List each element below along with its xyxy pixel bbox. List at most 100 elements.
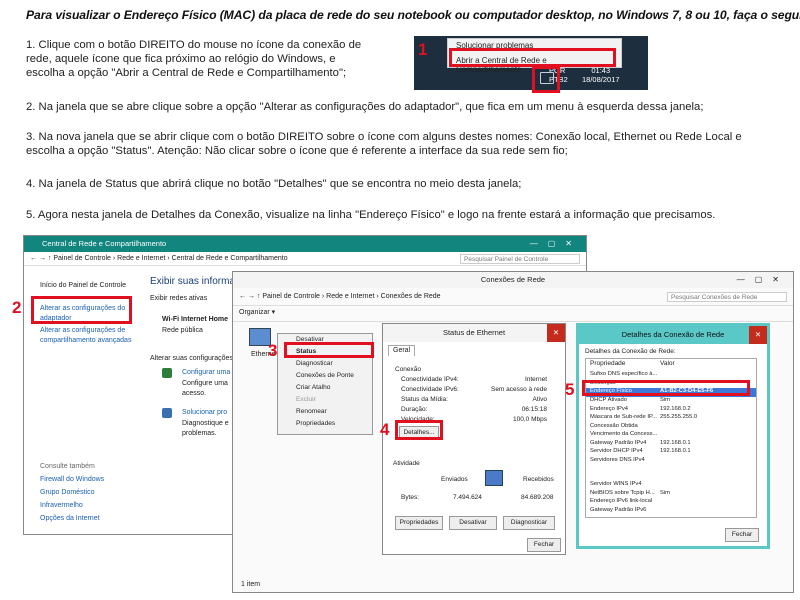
network-computers-icon — [485, 470, 503, 486]
close-icon[interactable]: ✕ — [547, 324, 565, 342]
search-input[interactable]: Pesquisar Painel de Controle — [460, 254, 580, 264]
step-2: 2. Na janela que se abre clique sobre a … — [26, 101, 704, 113]
see-also-infrared[interactable]: Infravermelho — [40, 501, 83, 511]
ctx-bridge[interactable]: Conexões de Ponte — [278, 370, 372, 382]
disable-button[interactable]: Desativar — [449, 516, 497, 530]
configure-desc: Configure uma acesso. — [182, 380, 228, 397]
highlight-status — [284, 342, 374, 358]
see-also-internet-options[interactable]: Opções da Internet — [40, 514, 100, 524]
tray-clock: 01:43 18/08/2017 — [582, 66, 620, 84]
connections-titlebar: Conexões de Rede —▢✕ — [233, 272, 793, 288]
details-row[interactable]: Concessão Obtida — [586, 423, 756, 432]
step-5: 5. Agora nesta janela de Detalhes da Con… — [26, 209, 716, 221]
details-row[interactable]: Endereço IPv4 192.168.0.2 — [586, 406, 756, 415]
sidebar-link-sharing-settings[interactable]: Alterar as configurações de compartilham… — [40, 326, 140, 346]
network-type: Rede pública — [162, 327, 203, 334]
connections-address-bar[interactable]: ← → ↑ Painel de Controle › Rede e Intern… — [233, 288, 793, 306]
sent-label: Enviados — [441, 476, 468, 483]
main-content: Exibir suas informa Exibir redes ativas … — [150, 268, 240, 534]
status-value-media: Ativo — [532, 396, 547, 403]
see-also-firewall[interactable]: Firewall do Windows — [40, 475, 104, 485]
properties-button[interactable]: Propriedades — [395, 516, 443, 530]
details-row[interactable]: Gateway Padrão IPv6 — [586, 507, 756, 516]
row-property: NetBIOS sobre Tcpip H... — [590, 489, 655, 496]
details-row[interactable]: DHCP Ativado Sim — [586, 397, 756, 406]
step-4: 4. Na janela de Status que abrirá clique… — [26, 178, 522, 190]
network-center-address-bar[interactable]: ← → ↑ Painel de Controle › Rede e Intern… — [24, 252, 586, 266]
status-label-duration: Duração: — [401, 406, 428, 413]
network-center-titlebar: Central de Rede e Compartilhamento —▢✕ — [24, 236, 586, 252]
highlight-open-center — [449, 48, 616, 67]
network-center-title: Central de Rede e Compartilhamento — [42, 239, 167, 248]
row-property: Endereço IPv6 link-local — [590, 498, 653, 504]
ctx-rename[interactable]: Renomear — [278, 406, 372, 418]
search-input[interactable]: Pesquisar Conexões de Rede — [667, 292, 787, 302]
status-label-ipv6: Conectividade IPv6: — [401, 386, 459, 393]
window-controls[interactable]: —▢✕ — [530, 236, 582, 252]
highlight-tray-icon — [532, 66, 560, 93]
row-value: Sim — [660, 397, 670, 403]
main-heading: Exibir suas informa — [150, 276, 236, 287]
row-value: 192.168.0.1 — [660, 448, 691, 454]
details-row[interactable]: Máscara de Sub-rede IP... 255.255.255.0 — [586, 414, 756, 423]
details-row[interactable]: Gateway Padrão IPv4 192.168.0.1 — [586, 440, 756, 449]
details-row[interactable]: NetBIOS sobre Tcpip H... Sim — [586, 490, 756, 499]
badge-1: 1 — [418, 40, 428, 59]
ctx-properties[interactable]: Propriedades — [278, 418, 372, 430]
toolbar: Organizar ▾ — [233, 306, 793, 322]
details-row[interactable]: Vencimento da Concess... — [586, 431, 756, 440]
status-value-ipv6: Sem acesso à rede — [490, 386, 547, 393]
nav-arrows[interactable]: ← → ↑ — [30, 255, 53, 262]
see-also-title: Consulte também — [40, 463, 95, 470]
bytes-received: 84.689.208 — [521, 494, 554, 501]
diagnose-button[interactable]: Diagnosticar — [503, 516, 555, 530]
details-row[interactable]: Sufixo DNS específico à... — [586, 371, 756, 380]
details-row[interactable]: Servidor WINS IPv4 — [586, 481, 756, 490]
details-row[interactable]: Endereço IPv6 link-local — [586, 498, 756, 507]
details-row[interactable] — [586, 465, 756, 481]
organize-button[interactable]: Organizar ▾ — [239, 309, 275, 316]
section-activity: Atividade — [393, 460, 420, 467]
row-property: Gateway Padrão IPv4 — [590, 439, 647, 446]
sidebar-home-link[interactable]: Início do Painel de Controle — [40, 281, 126, 291]
breadcrumb[interactable]: Painel de Controle › Rede e Internet › C… — [53, 255, 287, 262]
badge-3: 3 — [268, 341, 278, 360]
row-value: 255.255.255.0 — [660, 414, 698, 420]
col-header-property[interactable]: Propriedade — [590, 360, 625, 367]
status-label-ipv4: Conectividade IPv4: — [401, 376, 459, 383]
breadcrumb[interactable]: Painel de Controle › Rede e Internet › C… — [262, 293, 440, 300]
row-property: Concessão Obtida — [590, 422, 638, 429]
col-header-value[interactable]: Valor — [660, 360, 675, 367]
close-icon[interactable]: ✕ — [749, 326, 767, 344]
details-subtitle: Detalhes da Conexão de Rede: — [585, 348, 676, 355]
status-title: Status de Ethernet — [442, 328, 506, 337]
details-row[interactable]: Servidor DHCP IPv4 192.168.0.1 — [586, 448, 756, 457]
ctx-diagnose[interactable]: Diagnosticar — [278, 358, 372, 370]
details-row[interactable]: Servidores DNS IPv4 — [586, 457, 756, 466]
configure-link[interactable]: Configurar uma — [182, 368, 230, 378]
tab-general[interactable]: Geral — [388, 345, 416, 356]
highlight-physical-address — [582, 380, 750, 396]
window-controls[interactable]: —▢✕ — [737, 272, 789, 288]
details-close-button[interactable]: Fechar — [725, 528, 759, 542]
clock-date: 18/08/2017 — [582, 75, 620, 84]
received-label: Recebidos — [523, 476, 554, 483]
troubleshoot-link[interactable]: Solucionar pro — [182, 408, 227, 418]
status-label-media: Status da Mídia: — [401, 396, 448, 403]
see-also-homegroup[interactable]: Grupo Doméstico — [40, 488, 94, 498]
row-property: Vencimento da Concess... — [590, 431, 658, 437]
badge-5: 5 — [565, 380, 575, 399]
row-property: DHCP Ativado — [590, 397, 627, 403]
bytes-label: Bytes: — [401, 494, 420, 501]
ctx-delete[interactable]: Excluir — [278, 394, 372, 406]
clock-time: 01:43 — [591, 66, 611, 75]
page-title: Para visualizar o Endereço Físico (MAC) … — [26, 8, 800, 22]
status-value-duration: 06:15:18 — [521, 406, 547, 413]
close-button[interactable]: Fechar — [527, 538, 561, 552]
ctx-shortcut[interactable]: Criar Atalho — [278, 382, 372, 394]
details-titlebar: Detalhes da Conexão de Rede ✕ — [579, 326, 767, 344]
active-networks-label: Exibir redes ativas — [150, 295, 208, 302]
row-property: Servidores DNS IPv4 — [590, 456, 645, 463]
step-3: 3. Na nova janela que se abrir clique co… — [26, 131, 742, 157]
nav-arrows[interactable]: ← → ↑ — [239, 293, 262, 300]
